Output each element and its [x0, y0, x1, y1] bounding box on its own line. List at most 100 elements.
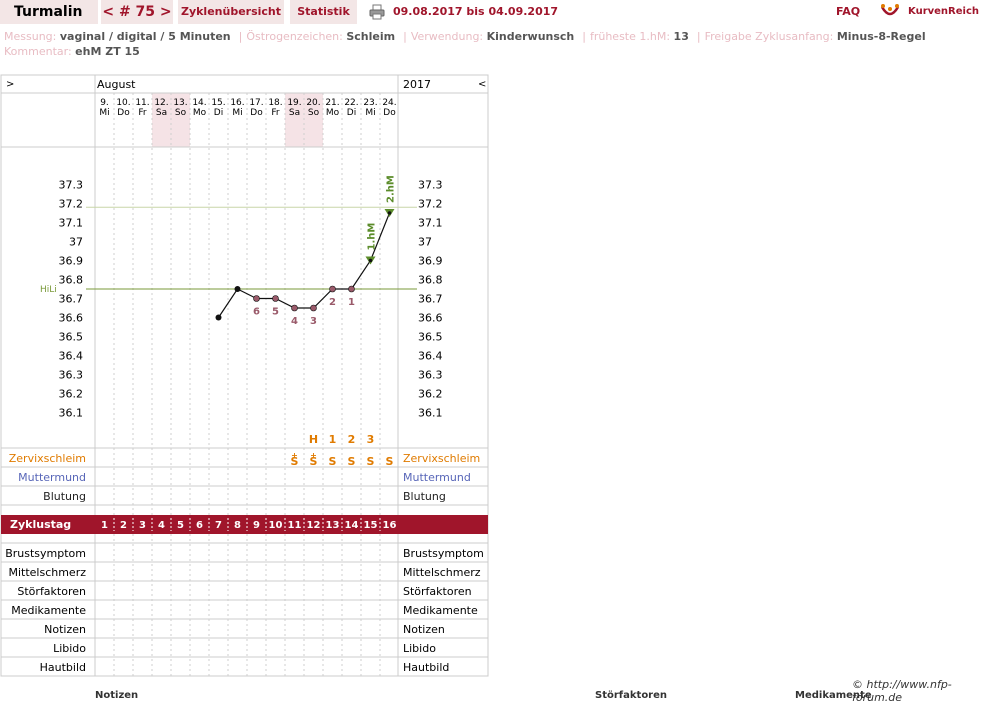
temperature-point	[310, 304, 317, 312]
nav-next-arrow[interactable]: <	[478, 79, 486, 90]
hm-marker-label: 1.hM	[367, 223, 378, 251]
cycle-day-number: 5	[177, 520, 184, 531]
y-tick-right: 36.8	[418, 274, 443, 287]
day-weekday: Di	[214, 108, 223, 118]
cycle-day-number: 15	[364, 520, 378, 531]
day-weekday: So	[308, 108, 320, 118]
row-label-right: Blutung	[403, 490, 446, 503]
row-label-left: Libido	[53, 642, 86, 655]
temperature-point	[234, 286, 241, 292]
y-tick-right: 36.1	[418, 407, 443, 420]
y-tick-left: 36.6	[59, 312, 84, 325]
row-label-left: Zervixschleim	[9, 452, 86, 465]
low-temperature-count: 4	[291, 316, 298, 327]
day-weekday: Mi	[99, 108, 109, 118]
y-tick-left: 37	[69, 236, 83, 249]
mucus-symbol: S	[310, 455, 318, 468]
row-label-right: Muttermund	[403, 471, 471, 484]
day-date: 18.	[268, 98, 282, 108]
low-temperature-count: 5	[272, 307, 279, 318]
row-label-right: Notizen	[403, 623, 445, 636]
temperature-point	[272, 295, 279, 302]
y-tick-right: 36.3	[418, 369, 443, 382]
y-tick-right: 37.2	[418, 198, 443, 211]
cycle-day-number: 10	[269, 520, 283, 531]
day-date: 12.	[154, 98, 168, 108]
cycle-day-band	[1, 515, 488, 534]
temperature-point	[368, 258, 373, 263]
mucus-symbol: S	[348, 455, 356, 468]
y-tick-right: 36.9	[418, 255, 443, 268]
y-tick-left: 36.9	[59, 255, 84, 268]
mucus-symbol: S	[291, 455, 299, 468]
y-tick-left: 36.5	[59, 331, 84, 344]
day-weekday: So	[175, 108, 187, 118]
mucus-peak-count: 1	[329, 433, 337, 446]
mucus-symbol: S	[367, 455, 375, 468]
temperature-point	[387, 211, 392, 215]
day-weekday: Mo	[326, 108, 340, 118]
y-tick-right: 36.4	[418, 350, 443, 363]
cycle-day-number: 4	[158, 520, 165, 531]
row-label-right: Medikamente	[403, 604, 478, 617]
y-tick-right: 37.1	[418, 217, 443, 230]
row-label-left: Brustsymptom	[5, 547, 86, 560]
temperature-point	[348, 285, 355, 293]
year-label: 2017	[403, 78, 431, 91]
day-weekday: Do	[383, 108, 396, 118]
cycle-chart: > August 2017 <9.Mi10.Do11.Fr12.Sa13.So14.M…	[0, 74, 489, 677]
low-temperature-count: 1	[348, 297, 355, 308]
day-weekday: Do	[250, 108, 263, 118]
day-date: 17.	[249, 98, 263, 108]
cycle-day-number: 16	[383, 520, 397, 531]
day-date: 24.	[382, 98, 396, 108]
temperature-point	[215, 314, 222, 321]
cycle-day-number: 6	[196, 520, 203, 531]
temperature-point	[253, 295, 260, 302]
y-tick-left: 37.1	[59, 217, 84, 230]
day-date: 14.	[192, 98, 206, 108]
y-tick-right: 37	[418, 236, 432, 249]
y-tick-left: 36.3	[59, 369, 84, 382]
row-label-left: Mittelschmerz	[8, 566, 86, 579]
y-tick-left: 37.2	[59, 198, 84, 211]
row-label-right: Hautbild	[403, 661, 449, 674]
cycle-day-number: 2	[120, 520, 127, 531]
temperature-point	[329, 285, 336, 293]
nav-prev-arrow[interactable]: >	[6, 79, 14, 90]
row-label-left: Hautbild	[40, 661, 86, 674]
day-weekday: Di	[347, 108, 356, 118]
day-date: 15.	[211, 98, 225, 108]
day-date: 19.	[287, 98, 301, 108]
cycle-day-number: 7	[215, 520, 222, 531]
row-label-left: Notizen	[44, 623, 86, 636]
y-tick-left: 36.8	[59, 274, 84, 287]
y-tick-left: 36.4	[59, 350, 84, 363]
day-date: 16.	[230, 98, 244, 108]
day-date: 22.	[344, 98, 358, 108]
cycle-day-number: 9	[253, 520, 260, 531]
row-label-right: Zervixschleim	[403, 452, 480, 465]
y-tick-right: 37.3	[418, 179, 443, 192]
low-temperature-count: 3	[310, 316, 317, 327]
day-date: 13.	[173, 98, 187, 108]
day-weekday: Mo	[193, 108, 207, 118]
row-label-right: Mittelschmerz	[403, 566, 481, 579]
day-date: 23.	[363, 98, 377, 108]
cycle-day-label: Zyklustag	[10, 518, 71, 531]
hili-label: HiLi	[40, 285, 57, 295]
mucus-peak-count: 2	[348, 433, 356, 446]
day-weekday: Sa	[289, 108, 300, 118]
cycle-day-number: 13	[326, 520, 340, 531]
y-tick-left: 36.2	[59, 388, 84, 401]
cycle-day-number: 1	[101, 520, 108, 531]
month-label: August	[97, 78, 136, 91]
day-date: 10.	[116, 98, 130, 108]
cycle-day-number: 11	[288, 520, 302, 531]
day-weekday: Fr	[138, 108, 147, 118]
mucus-peak-count: 3	[367, 433, 375, 446]
y-tick-right: 36.7	[418, 293, 443, 306]
y-tick-left: 36.7	[59, 293, 84, 306]
row-label-right: Störfaktoren	[403, 585, 472, 598]
mucus-symbol: S	[386, 455, 394, 468]
